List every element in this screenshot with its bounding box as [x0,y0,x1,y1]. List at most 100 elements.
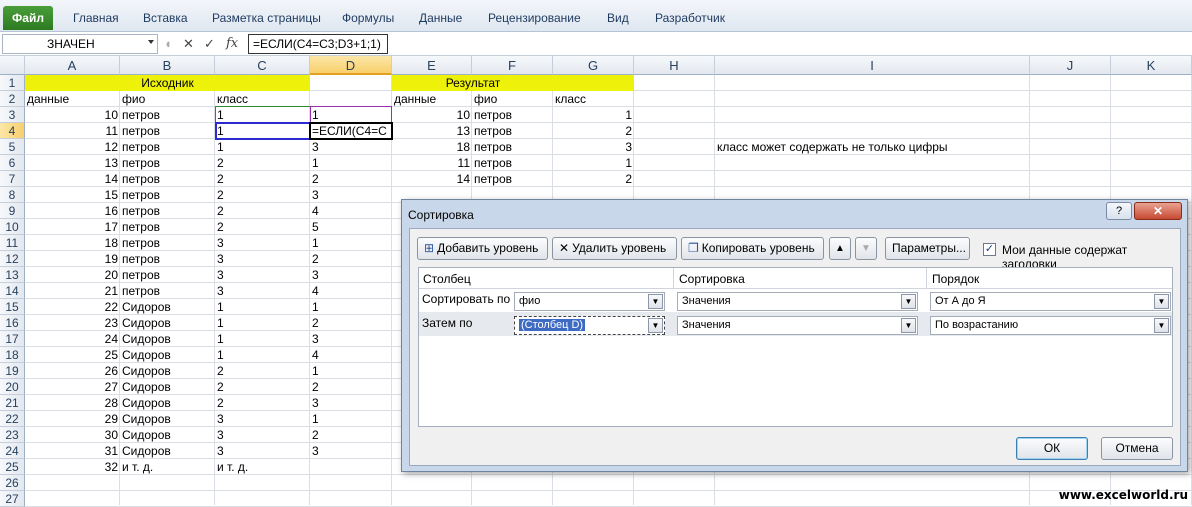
row-header-6[interactable]: 6 [0,155,25,171]
row-header-14[interactable]: 14 [0,283,25,299]
cell-data[interactable]: 11 [25,123,120,139]
row-header-9[interactable]: 9 [0,203,25,219]
then-by-column-select[interactable]: (Столбец D) ▼ [514,316,665,335]
cell-fio[interactable]: Сидоров [120,315,173,331]
cell-class[interactable]: 2 [215,363,226,379]
cell-class[interactable]: 2 [215,219,226,235]
result-cell-fio[interactable]: петров [472,139,514,155]
result-cell-data[interactable]: 10 [392,107,472,123]
cell-fio[interactable]: петров [120,219,162,235]
cell-class[interactable]: 2 [215,203,226,219]
result-cell-data[interactable]: 11 [392,155,472,171]
cell-fio[interactable]: Сидоров [120,411,173,427]
cell-data[interactable]: 25 [25,347,120,363]
cell-data[interactable]: 28 [25,395,120,411]
cell-data[interactable]: 22 [25,299,120,315]
cell-fio[interactable]: Сидоров [120,395,173,411]
cell-data[interactable]: 17 [25,219,120,235]
insert-function-icon[interactable]: fx [226,36,238,51]
chevron-down-icon[interactable]: ▼ [1154,294,1169,309]
cell-fio[interactable]: Сидоров [120,331,173,347]
cell-rank[interactable]: 5 [310,219,392,235]
column-header-f[interactable]: F [472,56,553,75]
cell-rank[interactable]: 3 [310,331,392,347]
cell-data[interactable]: 15 [25,187,120,203]
cell-class[interactable]: 2 [215,379,226,395]
cell-data[interactable]: 16 [25,203,120,219]
cell-rank[interactable]: 3 [310,187,392,203]
row-header-24[interactable]: 24 [0,443,25,459]
column-header-k[interactable]: K [1111,56,1192,75]
row-header-20[interactable]: 20 [0,379,25,395]
row-header-12[interactable]: 12 [0,251,25,267]
active-cell-d4[interactable] [309,122,393,140]
cell-data[interactable]: 20 [25,267,120,283]
copy-level-button[interactable]: ❐ Копировать уровень [681,237,824,260]
cell-fio[interactable]: петров [120,107,162,123]
cell-fio[interactable]: Сидоров [120,443,173,459]
move-up-button[interactable]: ▲ [829,237,851,260]
row-header-1[interactable]: 1 [0,75,25,91]
row-header-7[interactable]: 7 [0,171,25,187]
tab-page-layout[interactable]: Разметка страницы [212,11,321,25]
column-header-e[interactable]: E [392,56,472,75]
cancel-button[interactable]: Отмена [1101,437,1173,460]
tab-home[interactable]: Главная [73,11,119,25]
row-header-25[interactable]: 25 [0,459,25,475]
chevron-down-icon[interactable]: ▼ [901,294,916,309]
cell-rank[interactable]: 3 [310,395,392,411]
cell-class[interactable]: 2 [215,187,226,203]
row-header-15[interactable]: 15 [0,299,25,315]
formula-input[interactable]: =ЕСЛИ(C4=C3;D3+1;1) [248,34,388,54]
cell-data[interactable]: 30 [25,427,120,443]
cell-fio[interactable]: петров [120,139,162,155]
cell-rank[interactable]: 3 [310,139,392,155]
file-tab[interactable]: Файл [3,6,53,30]
cell-data[interactable]: 31 [25,443,120,459]
chevron-down-icon[interactable]: ▼ [1154,318,1169,333]
row-header-3[interactable]: 3 [0,107,25,123]
cell-class[interactable]: 3 [215,267,226,283]
row-header-17[interactable]: 17 [0,331,25,347]
row-header-23[interactable]: 23 [0,427,25,443]
then-by-order-select[interactable]: По возрастанию ▼ [930,316,1171,335]
cell-data[interactable]: 27 [25,379,120,395]
add-level-button[interactable]: ⊞ Добавить уровень [417,237,548,260]
column-header-j[interactable]: J [1030,56,1111,75]
cell-fio[interactable]: петров [120,203,162,219]
cell-data[interactable]: 19 [25,251,120,267]
chevron-down-icon[interactable]: ▼ [901,318,916,333]
cell-class[interactable]: 2 [215,171,226,187]
column-header-c[interactable]: C [215,56,310,75]
cell-fio[interactable]: Сидоров [120,427,173,443]
row-header-11[interactable]: 11 [0,235,25,251]
cell-rank[interactable]: 1 [310,363,392,379]
row-header-8[interactable]: 8 [0,187,25,203]
cell-rank[interactable]: 3 [310,267,392,283]
cell-data[interactable]: 13 [25,155,120,171]
cell-class[interactable]: 1 [215,347,226,363]
delete-level-button[interactable]: ✕ Удалить уровень [552,237,677,260]
cell-fio[interactable]: петров [120,123,162,139]
row-header-22[interactable]: 22 [0,411,25,427]
result-cell-fio[interactable]: петров [472,155,514,171]
cell-fio[interactable]: петров [120,235,162,251]
cell-class[interactable]: 3 [215,235,226,251]
ok-button[interactable]: ОК [1016,437,1088,460]
row-header-18[interactable]: 18 [0,347,25,363]
cell-fio[interactable]: Сидоров [120,379,173,395]
column-header-h[interactable]: H [634,56,715,75]
cell-data[interactable]: 18 [25,235,120,251]
cell-fio[interactable]: петров [120,171,162,187]
row-header-21[interactable]: 21 [0,395,25,411]
sort-by-order-select[interactable]: От А до Я ▼ [930,292,1171,311]
row-header-13[interactable]: 13 [0,267,25,283]
cell-data[interactable]: 24 [25,331,120,347]
cancel-formula-icon[interactable]: ✕ [183,36,194,52]
cell-class[interactable]: 1 [215,139,226,155]
result-cell-fio[interactable]: петров [472,123,514,139]
column-header-g[interactable]: G [553,56,634,75]
result-cell-class[interactable]: 2 [553,123,634,139]
cell-fio[interactable]: Сидоров [120,363,173,379]
cell-fio[interactable]: петров [120,155,162,171]
